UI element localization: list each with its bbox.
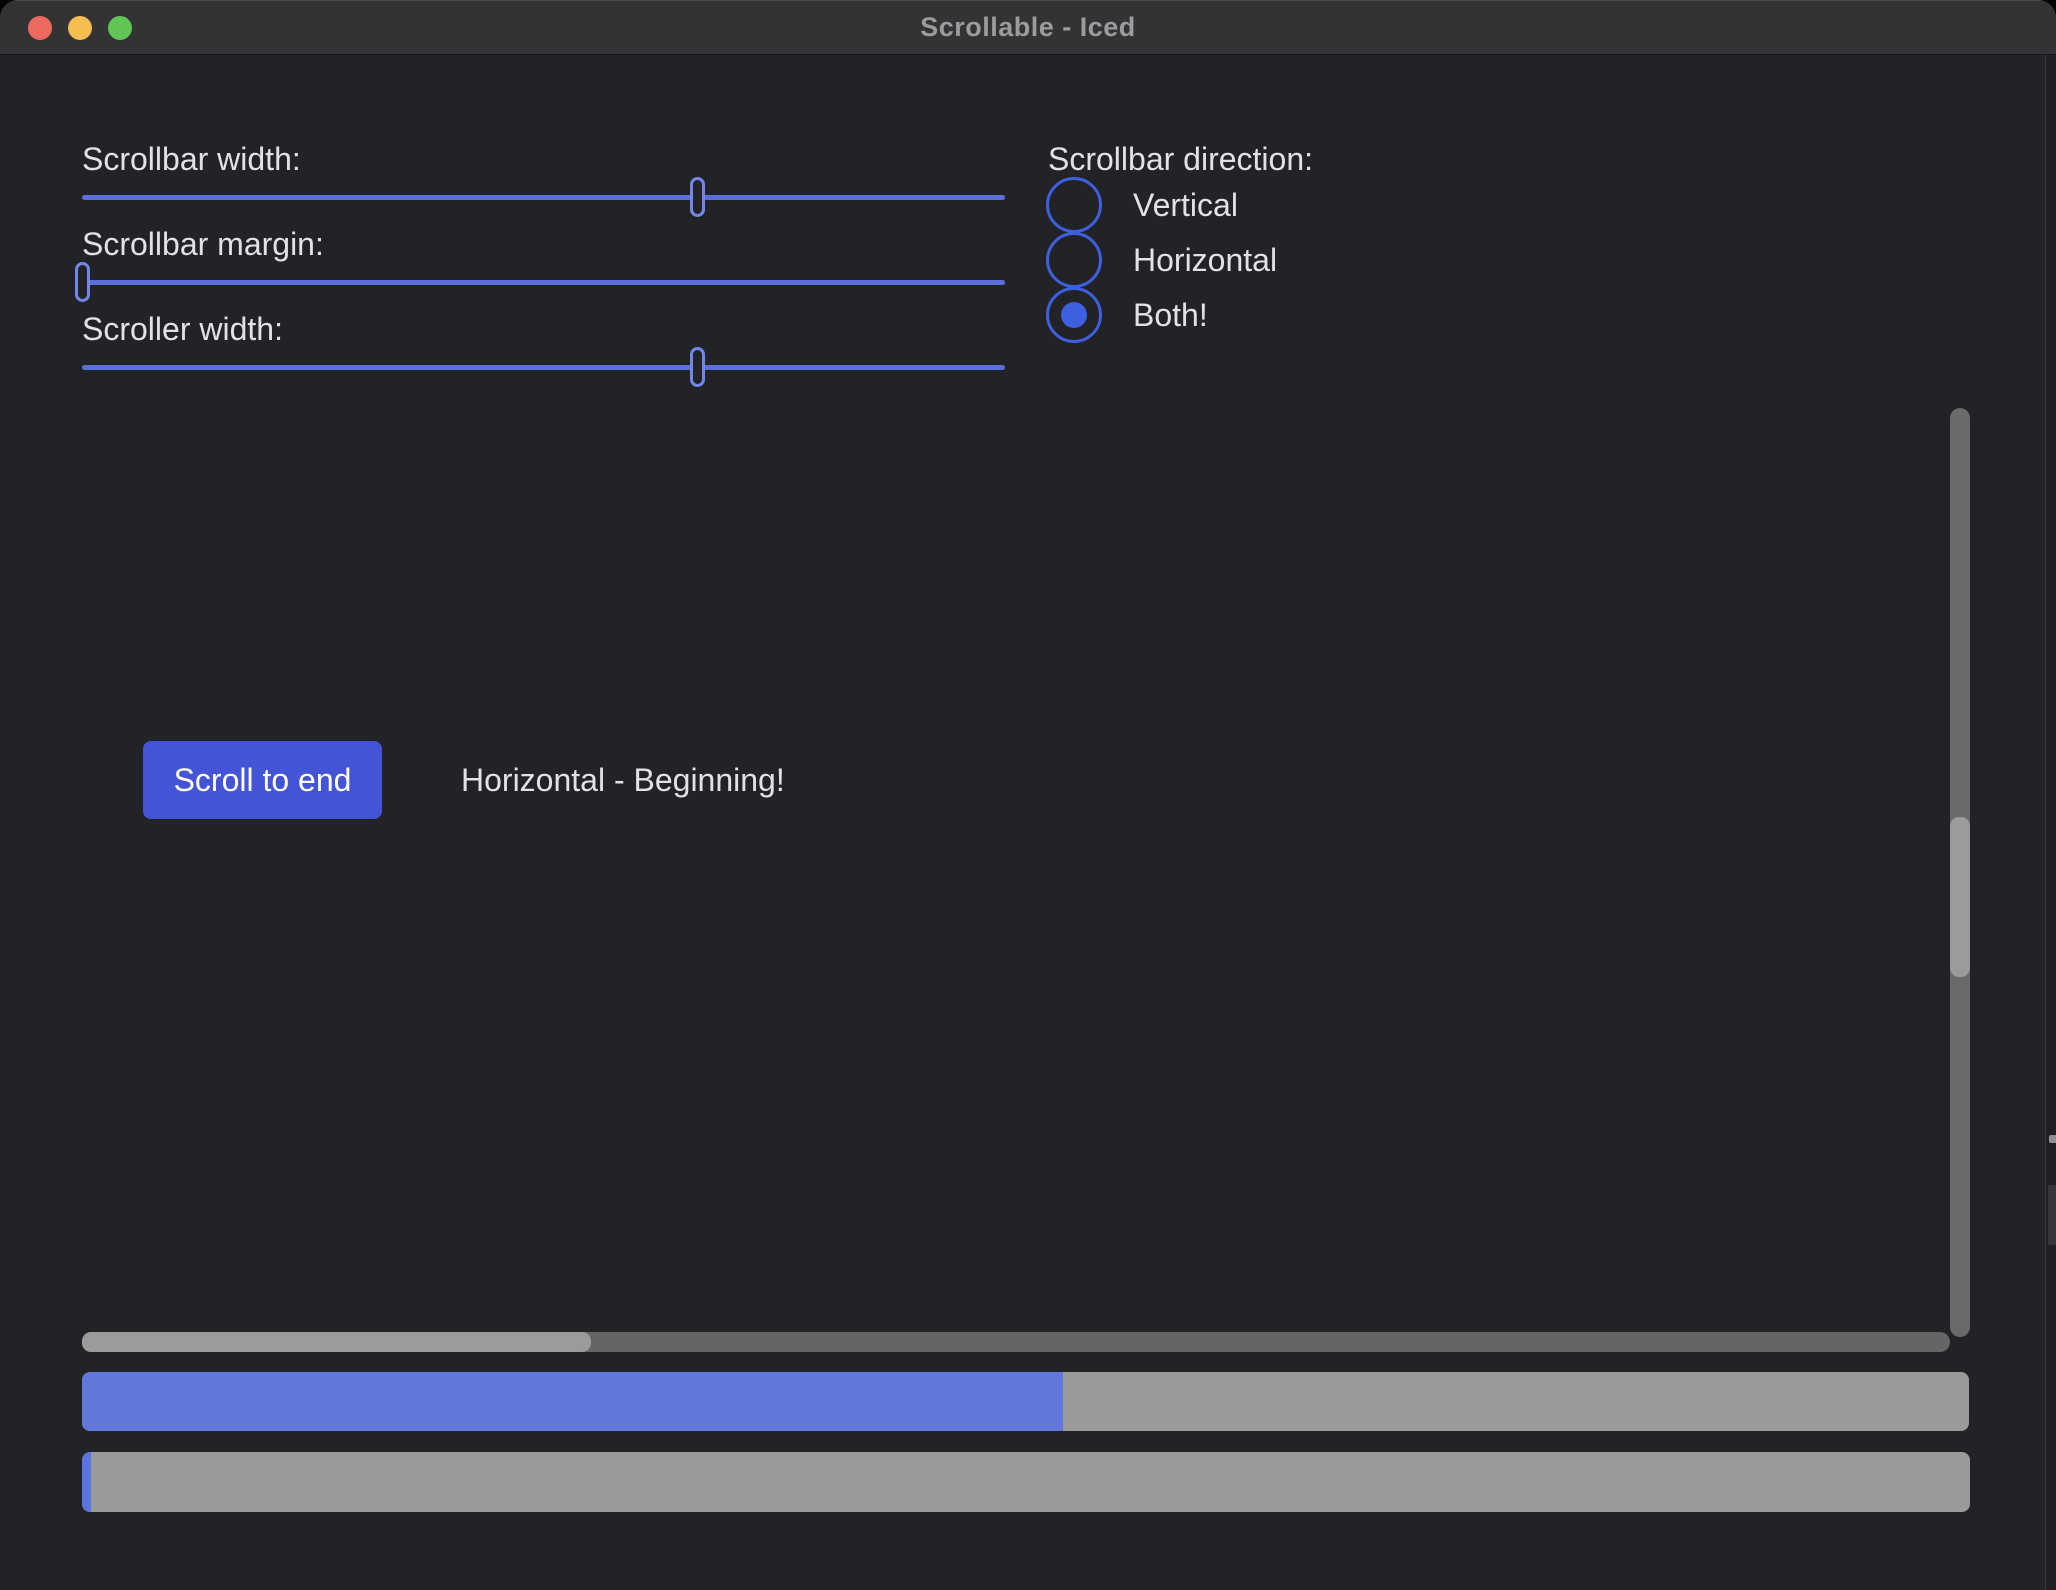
scroller-width-slider[interactable] — [82, 365, 1005, 370]
window-title: Scrollable - Iced — [920, 12, 1136, 43]
slider-handle[interactable] — [690, 177, 705, 217]
radio-option-both[interactable]: Both! — [1046, 287, 1208, 343]
progress-bar-vertical — [82, 1452, 1970, 1512]
radio-label: Horizontal — [1133, 242, 1277, 279]
radio-circle-icon — [1046, 287, 1102, 343]
app-window: Scrollable - Iced Scrollbar width: Scrol… — [0, 0, 2056, 1590]
radio-option-horizontal[interactable]: Horizontal — [1046, 232, 1277, 288]
scrollbar-margin-slider[interactable] — [82, 280, 1005, 285]
slider-handle[interactable] — [690, 347, 705, 387]
radio-label: Both! — [1133, 297, 1208, 334]
titlebar: Scrollable - Iced — [0, 0, 2056, 55]
minimize-button[interactable] — [68, 16, 92, 40]
progress-bar-horizontal — [82, 1372, 1969, 1431]
native-scrollbar-fragment — [2049, 1135, 2056, 1143]
scroll-to-end-button[interactable]: Scroll to end — [143, 741, 382, 819]
scroller-width-label: Scroller width: — [82, 309, 283, 349]
vertical-scrollbar-thumb[interactable] — [1950, 817, 1970, 977]
radio-dot-icon — [1061, 302, 1087, 328]
scrollbar-direction-label: Scrollbar direction: — [1048, 139, 1313, 179]
native-scrollbar-track-fragment — [2048, 1185, 2056, 1245]
scrollbar-margin-label: Scrollbar margin: — [82, 224, 324, 264]
slider-handle[interactable] — [75, 262, 90, 302]
close-button[interactable] — [28, 16, 52, 40]
window-edge-gutter — [2045, 55, 2056, 1590]
radio-circle-icon — [1046, 177, 1102, 233]
horizontal-scrollbar-rail[interactable] — [82, 1332, 1950, 1352]
scrollbar-width-slider[interactable] — [82, 195, 1005, 200]
vertical-scrollbar-rail[interactable] — [1950, 408, 1970, 1337]
zoom-button[interactable] — [108, 16, 132, 40]
progress-bar-fill — [82, 1372, 1063, 1431]
horizontal-scrollbar-thumb[interactable] — [82, 1332, 591, 1352]
radio-option-vertical[interactable]: Vertical — [1046, 177, 1238, 233]
radio-label: Vertical — [1133, 187, 1238, 224]
radio-circle-icon — [1046, 232, 1102, 288]
status-text: Horizontal - Beginning! — [461, 760, 785, 800]
scrollbar-width-label: Scrollbar width: — [82, 139, 301, 179]
progress-bar-fill — [82, 1452, 91, 1512]
